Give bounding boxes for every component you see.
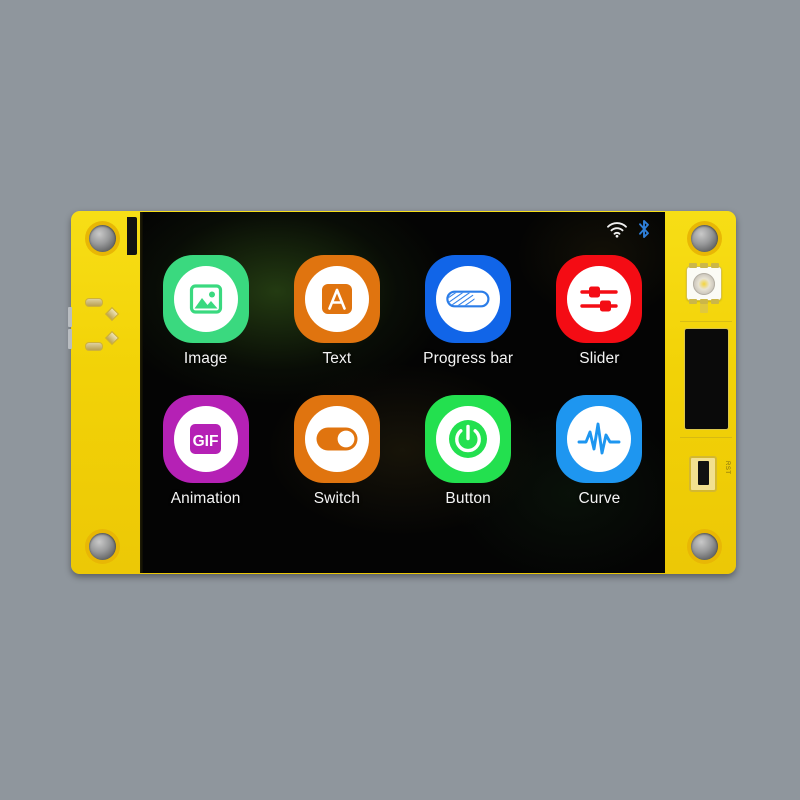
app-label: Text (322, 350, 352, 367)
app-tile-button[interactable]: Button (403, 390, 534, 530)
mounting-hole-bottom-left (89, 533, 116, 560)
image-icon[interactable] (162, 255, 249, 343)
app-tile-image[interactable]: Image (140, 250, 271, 390)
mounting-hole-bottom-right (691, 533, 718, 560)
status-bar (606, 219, 651, 239)
app-tile-switch[interactable]: Switch (271, 390, 402, 530)
pulse-glyph (577, 422, 621, 455)
app-tile-progress-bar[interactable]: Progress bar (403, 250, 534, 390)
mounting-hole-top-left (89, 225, 116, 252)
led-pin (711, 263, 719, 268)
bluetooth-icon[interactable] (637, 219, 651, 239)
rgb-led-icon (687, 263, 721, 304)
slider-icon[interactable] (556, 255, 643, 343)
icon-disc (173, 266, 238, 332)
app-tile-text[interactable]: Text (271, 250, 402, 390)
led-pin (689, 263, 697, 268)
app-tile-curve[interactable]: Curve (534, 390, 665, 530)
wifi-icon[interactable] (606, 221, 628, 238)
silkscreen-line-lower (680, 437, 732, 438)
icon-disc (567, 406, 632, 472)
svg-text:GIF: GIF (192, 433, 218, 450)
solder-pad-oval-upper (85, 298, 103, 307)
app-label: Progress bar (423, 350, 514, 367)
board-edge-notch-upper (68, 307, 72, 327)
led-silkscreen-tag (700, 304, 708, 313)
reset-switch-button[interactable] (689, 456, 717, 492)
icon-disc (436, 406, 501, 472)
app-tile-slider[interactable]: Slider (534, 250, 665, 390)
icon-disc (304, 266, 369, 332)
board-edge-notch-lower (68, 329, 72, 349)
icon-disc (304, 406, 369, 472)
gif-icon[interactable]: GIF (162, 395, 249, 483)
app-label: Switch (313, 490, 360, 507)
letter-a-glyph (321, 284, 352, 314)
icon-disc (436, 266, 501, 332)
app-label: Curve (578, 490, 621, 507)
app-label: Button (445, 490, 491, 507)
solder-pad-oval-lower (85, 342, 103, 351)
picture-glyph (189, 284, 222, 314)
app-label: Slider (579, 350, 620, 367)
lcd-flex-tab (127, 217, 137, 255)
lcd-screen[interactable]: Image Text Progress bar Slider GIF Anima… (140, 212, 665, 573)
switch-icon[interactable] (293, 395, 380, 483)
app-tile-animation[interactable]: GIF Animation (140, 390, 271, 530)
silkscreen-line-upper (680, 321, 732, 322)
gif-glyph: GIF (189, 424, 221, 454)
app-label: Image (183, 350, 228, 367)
led-pin (689, 299, 697, 304)
progress-bar-icon[interactable] (425, 255, 512, 343)
led-pin (700, 263, 708, 268)
toggle-glyph (316, 427, 358, 451)
progress-glyph (446, 290, 490, 308)
lcd-dev-board: RST Image Text Progress bar Slider GIF A… (68, 211, 736, 574)
reset-switch-label: RST (724, 461, 730, 475)
sliders-glyph (580, 286, 619, 312)
icon-disc: GIF (173, 406, 238, 472)
app-label: Animation (170, 490, 241, 507)
waveform-icon[interactable] (556, 395, 643, 483)
mounting-hole-top-right (691, 225, 718, 252)
text-icon[interactable] (293, 255, 380, 343)
led-pin (711, 299, 719, 304)
app-grid: Image Text Progress bar Slider GIF Anima… (140, 250, 665, 530)
power-glyph (449, 420, 488, 458)
power-button-icon[interactable] (425, 395, 512, 483)
black-connector-icon (685, 329, 728, 429)
icon-disc (567, 266, 632, 332)
